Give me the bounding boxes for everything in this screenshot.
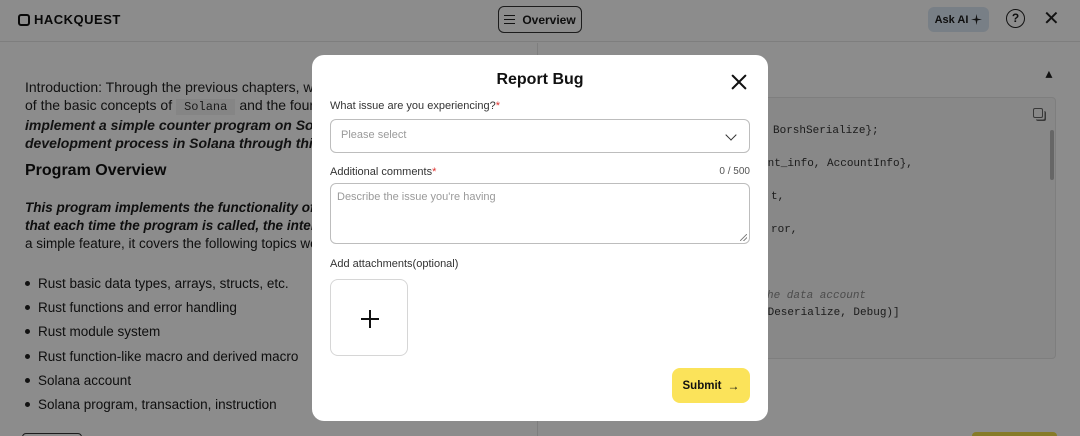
comments-textarea[interactable] bbox=[330, 183, 750, 244]
required-mark: * bbox=[495, 100, 500, 112]
character-counter: 0 / 500 bbox=[719, 166, 750, 177]
add-attachment-button[interactable] bbox=[330, 279, 408, 356]
comments-label-text: Additional comments bbox=[330, 166, 433, 178]
submit-label: Submit bbox=[682, 379, 722, 392]
issue-select[interactable]: Please select bbox=[330, 119, 750, 153]
comments-label: Additional comments* bbox=[330, 166, 436, 178]
arrow-right-icon: → bbox=[727, 378, 740, 393]
chevron-down-icon bbox=[725, 129, 737, 141]
resize-handle-icon[interactable] bbox=[740, 234, 747, 241]
dialog-title: Report Bug bbox=[496, 71, 584, 88]
submit-button[interactable]: Submit → bbox=[672, 368, 750, 403]
close-icon[interactable] bbox=[730, 73, 748, 91]
issue-label-text: What issue are you experiencing? bbox=[330, 100, 496, 112]
required-mark: * bbox=[432, 166, 437, 178]
issue-placeholder: Please select bbox=[341, 129, 407, 141]
plus-icon-vertical bbox=[369, 310, 371, 328]
attachments-label: Add attachments(optional) bbox=[330, 258, 459, 270]
issue-label: What issue are you experiencing?* bbox=[330, 100, 500, 112]
report-bug-dialog: Report Bug What issue are you experienci… bbox=[312, 55, 768, 421]
